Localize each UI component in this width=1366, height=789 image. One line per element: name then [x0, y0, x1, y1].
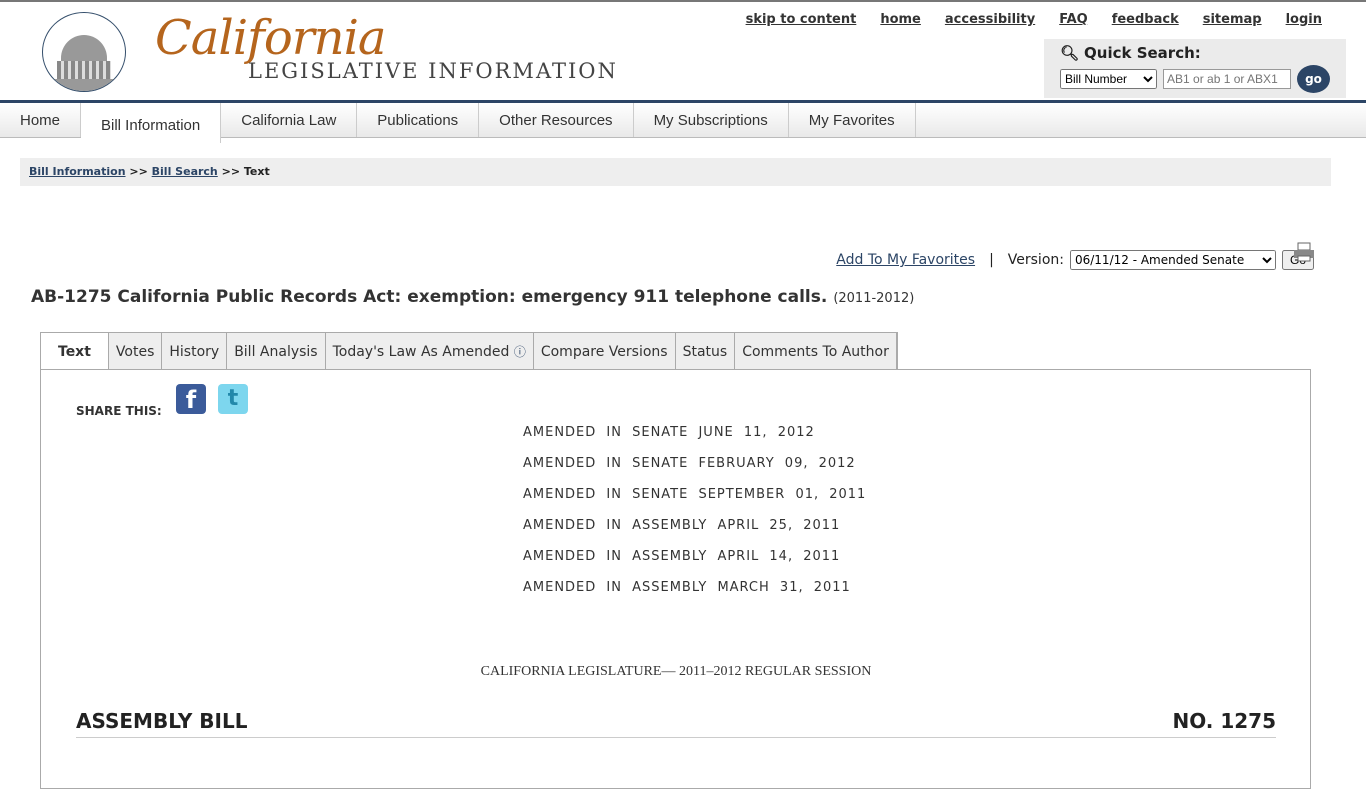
separator: |: [989, 252, 994, 268]
bill-title-text: AB-1275 California Public Records Act: e…: [31, 287, 828, 307]
amendment-line: AMENDED IN ASSEMBLY MARCH 31, 2011: [523, 580, 851, 595]
version-select[interactable]: 06/11/12 - Amended Senate: [1069, 250, 1276, 270]
amendment-line: AMENDED IN SENATE FEBRUARY 09, 2012: [523, 456, 856, 471]
amendment-line: AMENDED IN ASSEMBLY APRIL 25, 2011: [523, 518, 841, 533]
tab-compare-versions[interactable]: Compare Versions: [534, 333, 676, 370]
bill-number-input[interactable]: [1163, 69, 1291, 89]
version-label: Version:: [1007, 252, 1064, 268]
amendment-line: AMENDED IN SENATE SEPTEMBER 01, 2011: [523, 487, 867, 502]
breadcrumb-bill-search[interactable]: Bill Search: [152, 165, 218, 178]
tab-todays-law[interactable]: Today's Law As Amended ⓘ: [326, 333, 534, 370]
tab-label: Today's Law As Amended: [332, 344, 510, 360]
add-to-favorites-link[interactable]: Add To My Favorites: [836, 252, 975, 268]
nav-my-subscriptions[interactable]: My Subscriptions: [634, 103, 789, 137]
print-icon[interactable]: [1293, 241, 1315, 263]
tab-status[interactable]: Status: [676, 333, 736, 370]
share-label: SHARE THIS:: [76, 404, 162, 418]
breadcrumb-bill-information[interactable]: Bill Information: [29, 165, 126, 178]
login-link[interactable]: login: [1286, 12, 1322, 27]
nav-california-law[interactable]: California Law: [221, 103, 358, 137]
bill-number: NO. 1275: [1172, 709, 1276, 733]
nav-other-resources[interactable]: Other Resources: [479, 103, 634, 137]
bill-heading: ASSEMBLY BILL NO. 1275: [76, 709, 1276, 738]
nav-home[interactable]: Home: [0, 103, 82, 137]
breadcrumb: Bill Information >> Bill Search >> Text: [20, 158, 1331, 186]
bill-title: AB-1275 California Public Records Act: e…: [31, 287, 914, 307]
sitemap-link[interactable]: sitemap: [1203, 12, 1262, 27]
faq-link[interactable]: FAQ: [1059, 12, 1088, 27]
breadcrumb-separator: >>: [221, 165, 241, 178]
twitter-icon[interactable]: t: [218, 384, 248, 414]
tab-votes[interactable]: Votes: [109, 333, 163, 370]
main-nav: Home Bill Information California Law Pub…: [0, 100, 1366, 143]
quick-search-title: Quick Search:: [1084, 44, 1201, 62]
home-link[interactable]: home: [880, 12, 921, 27]
nav-my-favorites[interactable]: My Favorites: [789, 103, 916, 137]
search-type-select[interactable]: Bill Number: [1060, 69, 1157, 89]
search-go-button[interactable]: go: [1297, 65, 1330, 93]
version-bar: Add To My Favorites | Version: 06/11/12 …: [836, 250, 1314, 270]
bill-type: ASSEMBLY BILL: [76, 709, 248, 733]
tab-history[interactable]: History: [162, 333, 228, 370]
tab-comments[interactable]: Comments To Author: [735, 333, 897, 370]
info-icon[interactable]: ⓘ: [514, 345, 526, 359]
nav-bill-information[interactable]: Bill Information: [81, 103, 222, 143]
utility-links: skip to content home accessibility FAQ f…: [746, 12, 1322, 27]
facebook-icon[interactable]: f: [176, 384, 206, 414]
breadcrumb-separator: >>: [129, 165, 148, 178]
breadcrumb-current: Text: [243, 165, 270, 178]
feedback-link[interactable]: feedback: [1112, 12, 1179, 27]
accessibility-link[interactable]: accessibility: [945, 12, 1035, 27]
logo-script: California: [155, 10, 387, 66]
amendment-line: AMENDED IN SENATE JUNE 11, 2012: [523, 425, 815, 440]
skip-link[interactable]: skip to content: [746, 12, 857, 27]
capitol-logo[interactable]: [42, 12, 126, 92]
bill-session: (2011-2012): [833, 291, 915, 306]
search-icon: 🔍︎: [1060, 44, 1080, 62]
amendment-line: AMENDED IN ASSEMBLY APRIL 14, 2011: [523, 549, 841, 564]
tab-bill-analysis[interactable]: Bill Analysis: [227, 333, 326, 370]
tab-text[interactable]: Text: [41, 333, 109, 370]
quick-search: 🔍︎Quick Search: Bill Number go: [1044, 39, 1346, 98]
logo-subtitle: LEGISLATIVE INFORMATION: [248, 59, 618, 83]
bill-tabs: Text Votes History Bill Analysis Today's…: [40, 332, 898, 370]
nav-publications[interactable]: Publications: [357, 103, 480, 137]
session-line: CALIFORNIA LEGISLATURE— 2011–2012 REGULA…: [480, 664, 872, 679]
